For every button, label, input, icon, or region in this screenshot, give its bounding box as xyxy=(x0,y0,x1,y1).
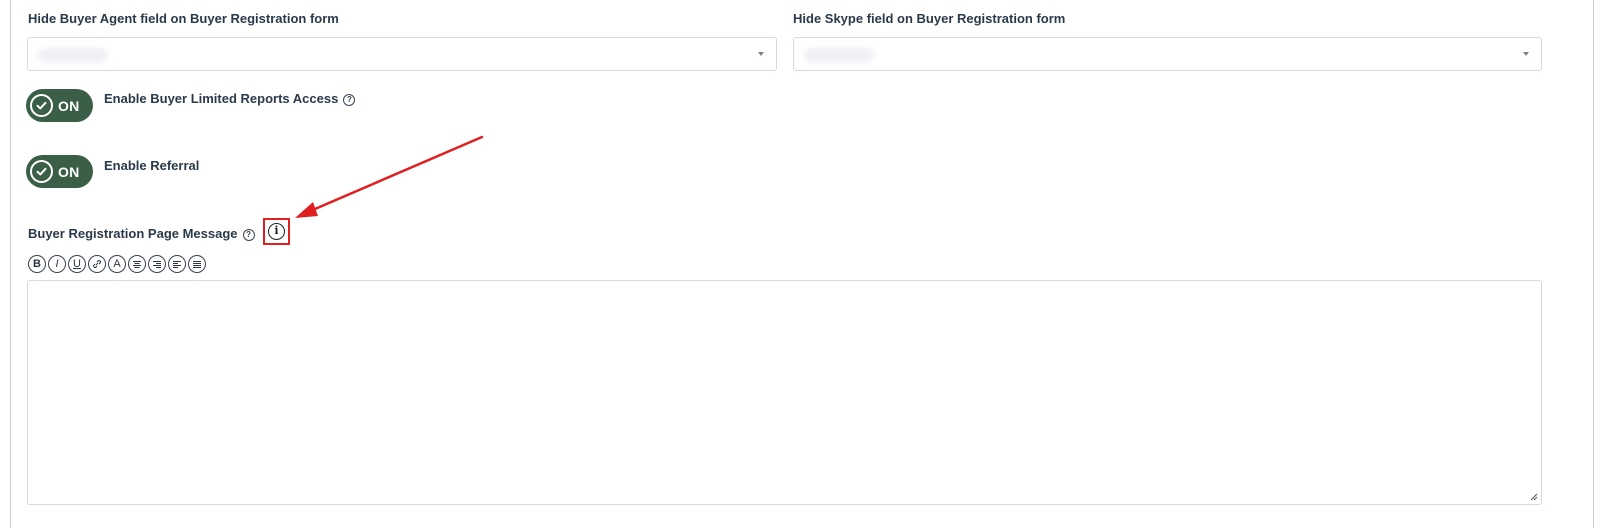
help-icon[interactable]: ? xyxy=(242,228,255,241)
align-center-button[interactable] xyxy=(128,255,146,273)
hide-skype-label: Hide Skype field on Buyer Registration f… xyxy=(793,11,1066,26)
info-icon[interactable]: i xyxy=(268,223,285,240)
link-icon xyxy=(93,260,101,268)
check-icon xyxy=(30,160,53,183)
hide-skype-select[interactable] xyxy=(793,37,1542,71)
resize-handle-icon[interactable] xyxy=(1530,493,1538,501)
underline-icon: U xyxy=(73,258,81,270)
hide-buyer-agent-select[interactable] xyxy=(27,37,777,71)
align-right-icon xyxy=(153,260,161,268)
align-left-button[interactable] xyxy=(168,255,186,273)
check-icon xyxy=(30,94,53,117)
italic-icon: I xyxy=(55,258,59,270)
toggle-state: ON xyxy=(58,97,80,114)
underline-button[interactable]: U xyxy=(68,255,86,273)
buyer-limited-reports-label: Enable Buyer Limited Reports Access? xyxy=(104,91,356,106)
registration-message-label: Buyer Registration Page Message? xyxy=(28,226,255,241)
align-left-icon xyxy=(173,260,181,268)
buyer-limited-reports-toggle[interactable]: ON xyxy=(26,89,93,122)
link-button[interactable] xyxy=(88,255,106,273)
chevron-down-icon xyxy=(758,52,764,56)
rich-text-toolbar: B I U A xyxy=(28,255,206,273)
italic-button[interactable]: I xyxy=(48,255,66,273)
blurred-selected-value xyxy=(38,48,108,62)
toggle-state: ON xyxy=(58,163,80,180)
align-right-button[interactable] xyxy=(148,255,166,273)
registration-message-textarea[interactable] xyxy=(27,280,1542,505)
blurred-selected-value xyxy=(804,48,874,62)
info-icon-highlight[interactable]: i xyxy=(263,218,290,245)
bold-button[interactable]: B xyxy=(28,255,46,273)
font-color-icon: A xyxy=(113,258,121,270)
align-justify-button[interactable] xyxy=(188,255,206,273)
align-center-icon xyxy=(133,260,141,268)
bold-icon: B xyxy=(33,258,41,270)
hide-buyer-agent-label: Hide Buyer Agent field on Buyer Registra… xyxy=(28,11,339,26)
toggle-label: Enable Buyer Limited Reports Access xyxy=(104,91,339,106)
message-label-text: Buyer Registration Page Message xyxy=(28,226,238,241)
enable-referral-label: Enable Referral xyxy=(104,158,200,173)
font-color-button[interactable]: A xyxy=(108,255,126,273)
align-justify-icon xyxy=(193,260,201,268)
enable-referral-toggle[interactable]: ON xyxy=(26,155,93,188)
chevron-down-icon xyxy=(1523,52,1529,56)
help-icon[interactable]: ? xyxy=(343,93,356,106)
